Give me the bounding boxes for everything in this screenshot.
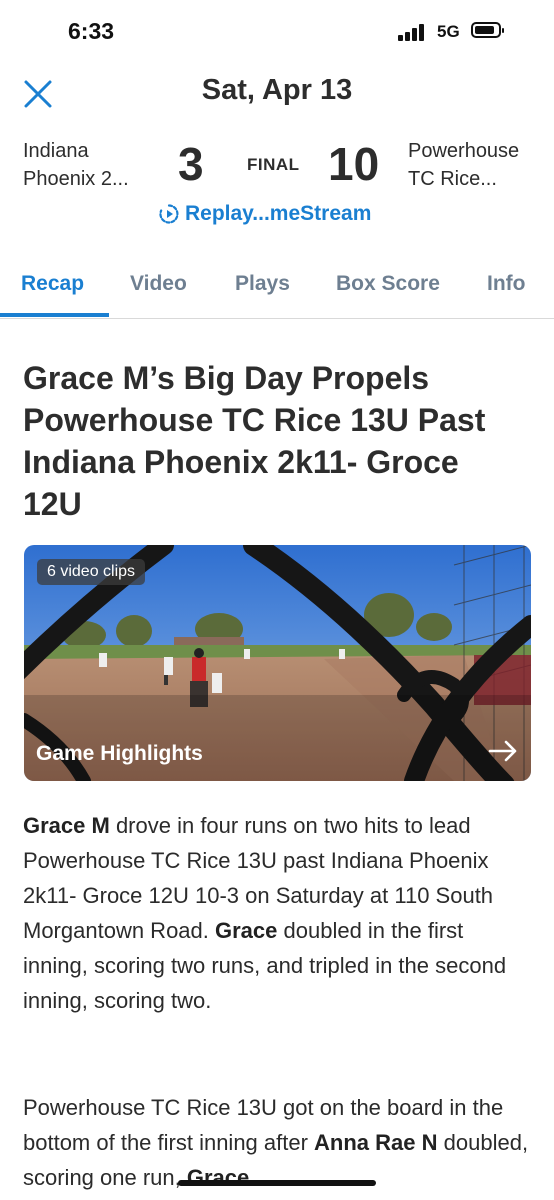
tab-video[interactable]: Video <box>130 272 187 296</box>
game-status: FINAL <box>247 155 300 174</box>
active-tab-indicator <box>0 313 109 317</box>
home-indicator[interactable] <box>178 1180 376 1186</box>
tab-bar: Recap Video Plays Box Score Info <box>0 262 554 319</box>
home-team-score: 3 <box>178 138 204 190</box>
player-name[interactable]: Grace <box>215 918 277 943</box>
tab-info[interactable]: Info <box>487 272 525 296</box>
player-name[interactable]: Anna Rae N <box>314 1130 437 1155</box>
battery-icon <box>471 22 504 38</box>
cellular-signal-icon <box>398 23 428 41</box>
arrow-right-icon <box>488 740 517 762</box>
video-highlights-card[interactable]: 6 video clips Game Highlights <box>24 545 531 781</box>
away-team-score: 10 <box>328 138 380 190</box>
replay-icon <box>159 204 179 224</box>
article-paragraph-1: Grace M drove in four runs on two hits t… <box>23 813 507 1013</box>
game-date: Sat, Apr 13 <box>201 74 353 106</box>
home-team-name[interactable]: Indiana Phoenix 2... <box>23 137 158 193</box>
tab-plays[interactable]: Plays <box>235 272 290 296</box>
article-headline: Grace M’s Big Day Propels Powerhouse TC … <box>23 360 486 522</box>
away-team-name[interactable]: Powerhouse TC Rice... <box>408 137 538 193</box>
tab-recap[interactable]: Recap <box>21 272 84 296</box>
tab-box-score[interactable]: Box Score <box>336 272 440 296</box>
video-clips-badge: 6 video clips <box>37 559 146 585</box>
player-name[interactable]: Grace <box>187 1165 249 1190</box>
replay-label: Replay...meStream <box>185 202 372 225</box>
player-name[interactable]: Grace M <box>23 813 110 838</box>
status-bar: 6:33 5G <box>0 0 554 60</box>
video-title: Game Highlights <box>36 742 203 765</box>
status-time: 6:33 <box>68 18 115 44</box>
network-type: 5G <box>437 22 460 41</box>
replay-link[interactable]: Replay...meStream <box>158 200 371 228</box>
